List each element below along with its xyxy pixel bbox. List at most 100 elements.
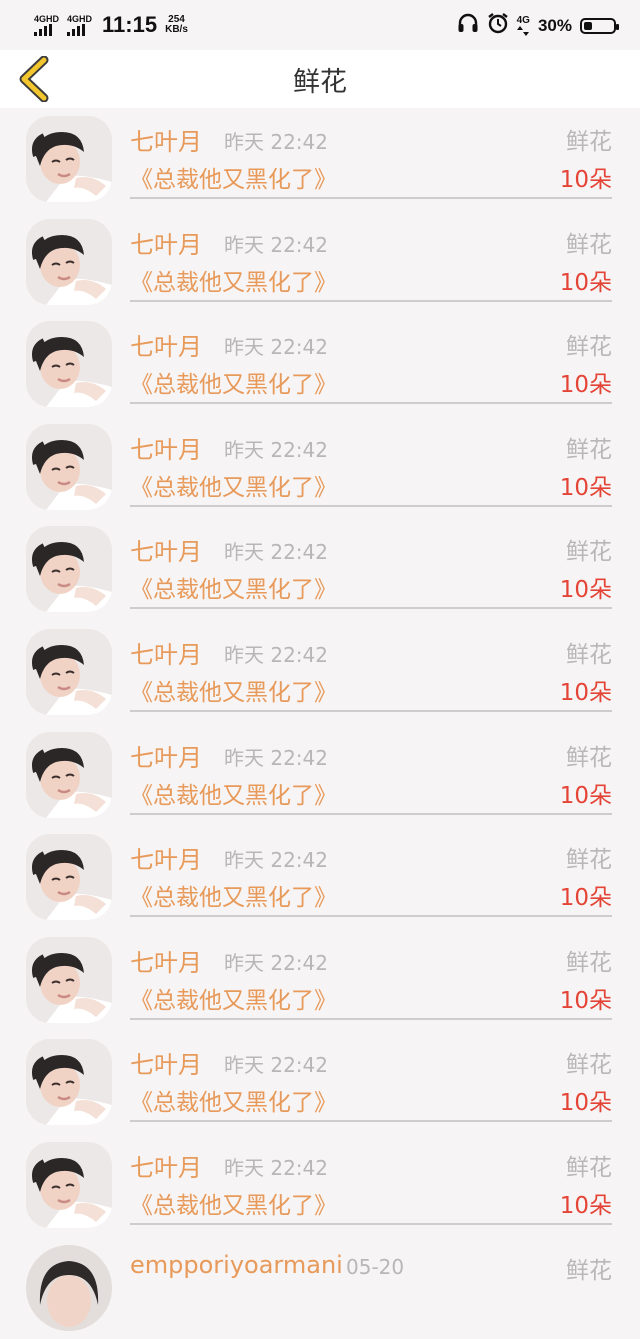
timestamp: 昨天 22:42 bbox=[224, 745, 328, 770]
page-title: 鲜花 bbox=[293, 66, 347, 98]
user-name[interactable]: 七叶月 bbox=[130, 738, 202, 773]
list-item[interactable]: 七叶月 昨天 22:42 鲜花 《总裁他又黑化了》 10朵 bbox=[0, 518, 640, 621]
gift-count: 10朵 bbox=[559, 577, 612, 604]
gift-count: 10朵 bbox=[559, 782, 612, 809]
avatar-photo bbox=[26, 834, 112, 921]
book-title[interactable]: 《总裁他又黑化了》 bbox=[130, 468, 337, 502]
list-item[interactable]: 七叶月 昨天 22:42 鲜花《总裁他又黑化了》 10朵 bbox=[0, 108, 640, 211]
signal-icon: 4GHD bbox=[67, 13, 93, 36]
list-item[interactable]: 七叶月 昨天 22:42 鲜花《总裁他又黑化了》 10朵 bbox=[0, 826, 640, 929]
gift-count: 10朵 bbox=[559, 885, 612, 912]
user-name[interactable]: 七叶月 bbox=[130, 430, 202, 465]
battery-icon bbox=[580, 17, 619, 34]
book-title[interactable]: 《总裁他又黑化了》 bbox=[130, 1186, 337, 1220]
alarm-icon bbox=[487, 12, 509, 39]
network-type-label: 4GHD bbox=[67, 13, 93, 24]
back-button[interactable] bbox=[16, 55, 56, 103]
user-name[interactable]: 七叶月 bbox=[130, 327, 202, 362]
user-name[interactable]: 七叶月 bbox=[130, 532, 202, 567]
avatar[interactable] bbox=[26, 834, 112, 921]
book-title[interactable]: 《总裁他又黑化了》 bbox=[130, 673, 337, 707]
list-item[interactable]: 七叶月 昨天 22:42 鲜花 《总裁他又黑化了》 10朵 bbox=[0, 1031, 640, 1134]
avatar[interactable] bbox=[26, 218, 112, 305]
avatar[interactable] bbox=[26, 1039, 112, 1126]
list-item[interactable]: 七叶月 昨天 22:42 鲜花《总裁他又黑化了》 10朵 bbox=[0, 416, 640, 519]
avatar[interactable] bbox=[26, 321, 112, 408]
divider bbox=[130, 1017, 612, 1020]
avatar-photo bbox=[26, 423, 112, 510]
timestamp: 昨天 22:42 bbox=[224, 232, 328, 257]
book-title[interactable]: 《总裁他又黑化了》 bbox=[130, 878, 337, 912]
status-bar: 4GHD 4GHD 11:15 254 KB/s 4G 30% bbox=[0, 0, 640, 50]
user-name[interactable]: 七叶月 bbox=[130, 225, 202, 260]
user-name[interactable]: 七叶月 bbox=[130, 840, 202, 875]
avatar[interactable] bbox=[26, 628, 112, 715]
book-title[interactable]: 《总裁他又黑化了》 bbox=[130, 776, 337, 810]
list-item[interactable]: 七叶月 昨天 22:42 鲜花 《总裁他又黑化了》 10朵 bbox=[0, 1134, 640, 1237]
avatar-photo bbox=[26, 628, 112, 715]
timestamp: 昨天 22:42 bbox=[224, 130, 328, 154]
divider bbox=[130, 299, 612, 302]
divider bbox=[130, 197, 612, 199]
avatar[interactable] bbox=[26, 936, 112, 1023]
avatar-photo bbox=[26, 1141, 112, 1228]
avatar[interactable] bbox=[26, 423, 112, 510]
gift-count: 10朵 bbox=[559, 167, 612, 193]
avatar[interactable] bbox=[26, 526, 112, 613]
user-name[interactable]: 七叶月 bbox=[130, 1045, 202, 1080]
list-item[interactable]: 七叶月 昨天 22:42 鲜花 《总裁他又黑化了》 10朵 bbox=[0, 313, 640, 416]
gift-count: 10朵 bbox=[559, 269, 612, 296]
user-name[interactable]: empporiyoarmani bbox=[130, 1251, 343, 1279]
book-title[interactable]: 《总裁他又黑化了》 bbox=[130, 160, 337, 194]
timestamp: 昨天 22:42 bbox=[224, 642, 328, 667]
list-item[interactable]: 七叶月 昨天 22:42 鲜花 《总裁他又黑化了》 10朵 bbox=[0, 211, 640, 314]
list-item[interactable]: empporiyoarmani 05-20 鲜花 bbox=[0, 1237, 640, 1339]
user-name[interactable]: 七叶月 bbox=[130, 1148, 202, 1183]
avatar[interactable] bbox=[26, 1141, 112, 1228]
chevron-left-icon bbox=[19, 55, 49, 103]
network-speed: 254 KB/s bbox=[165, 15, 188, 35]
avatar-photo bbox=[26, 116, 112, 202]
gift-type: 鲜花 bbox=[566, 744, 612, 771]
gift-list: 七叶月 昨天 22:42 鲜花 《总裁他又黑化了》 10朵 七叶月 昨天 22:42 鲜花 《总… bbox=[0, 108, 640, 1339]
user-name[interactable]: 七叶月 bbox=[130, 122, 202, 157]
battery-percent: 30% bbox=[537, 15, 572, 35]
timestamp: 昨天 22:42 bbox=[224, 1155, 328, 1180]
divider bbox=[130, 1120, 612, 1123]
book-title[interactable]: 《总裁他又黑化了》 bbox=[130, 1083, 337, 1117]
avatar-photo bbox=[26, 936, 112, 1023]
user-name[interactable]: 七叶月 bbox=[130, 635, 202, 670]
gift-type: 鲜花 bbox=[566, 129, 612, 155]
book-title[interactable]: 《总裁他又黑化了》 bbox=[130, 263, 337, 297]
headphones-icon bbox=[457, 13, 479, 38]
list-item[interactable]: 七叶月 昨天 22:42 鲜花 《总裁他又黑化了》 10朵 bbox=[0, 929, 640, 1032]
timestamp: 昨天 22:42 bbox=[224, 848, 328, 873]
gift-count: 10朵 bbox=[559, 1090, 612, 1117]
gift-count: 10朵 bbox=[559, 474, 612, 501]
list-item[interactable]: 七叶月 昨天 22:42 鲜花《总裁他又黑化了》 10朵 bbox=[0, 724, 640, 827]
gift-type: 鲜花 bbox=[566, 641, 612, 668]
avatar[interactable] bbox=[26, 731, 112, 818]
avatar-photo bbox=[26, 526, 112, 613]
avatar[interactable] bbox=[26, 1244, 112, 1331]
clock: 11:15 bbox=[102, 12, 158, 37]
book-title[interactable]: 《总裁他又黑化了》 bbox=[130, 365, 337, 399]
divider bbox=[130, 915, 612, 918]
avatar-photo bbox=[26, 218, 112, 305]
avatar[interactable] bbox=[26, 116, 112, 202]
gift-type: 鲜花 bbox=[566, 1052, 612, 1079]
gift-type: 鲜花 bbox=[566, 847, 612, 874]
divider bbox=[130, 504, 612, 507]
timestamp: 昨天 22:42 bbox=[224, 437, 328, 462]
signal-icon: 4GHD bbox=[34, 13, 60, 36]
avatar-photo bbox=[26, 731, 112, 818]
book-title[interactable]: 《总裁他又黑化了》 bbox=[130, 570, 337, 604]
gift-type: 鲜花 bbox=[566, 436, 612, 463]
gift-type: 鲜花 bbox=[566, 949, 612, 976]
list-item[interactable]: 七叶月 昨天 22:42 鲜花 《总裁他又黑化了》 10朵 bbox=[0, 621, 640, 724]
user-name[interactable]: 七叶月 bbox=[130, 943, 202, 978]
divider bbox=[130, 607, 612, 610]
book-title[interactable]: 《总裁他又黑化了》 bbox=[130, 981, 337, 1015]
gift-count: 10朵 bbox=[559, 987, 612, 1014]
network-type-label: 4GHD bbox=[34, 13, 60, 24]
